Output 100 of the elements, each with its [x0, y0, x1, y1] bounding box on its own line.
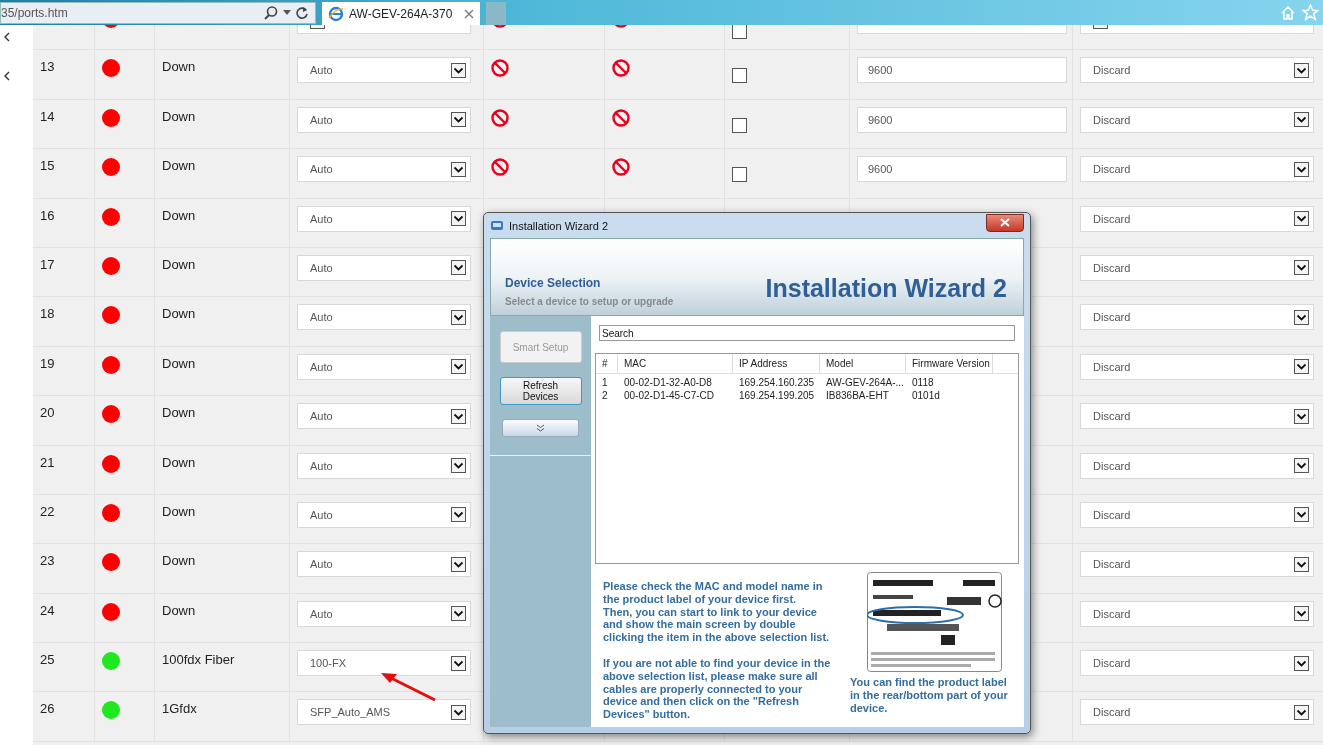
section-heading: Device Selection — [505, 276, 602, 290]
action-select[interactable]: Discard — [1080, 501, 1314, 528]
chevron-left-icon[interactable] — [3, 71, 11, 81]
checkbox[interactable] — [732, 167, 747, 183]
action-select[interactable]: Discard — [1080, 106, 1314, 133]
banner-title: Installation Wizard 2 — [765, 274, 1007, 303]
globe-icon — [328, 5, 344, 22]
label-caption: You can find the product label in the rear/bottom part of your device. — [850, 676, 1009, 715]
port-number: 23 — [40, 553, 55, 569]
browser-tab[interactable]: AW-GEV-264A-370 — [322, 2, 480, 25]
list-cell-text: 2 — [601, 390, 609, 401]
list-cell-text: 00-02-D1-45-C7-CD — [623, 390, 716, 401]
action-select[interactable]: Discard — [1080, 699, 1314, 726]
port-number: 25 — [40, 652, 55, 668]
speed-select[interactable]: Auto — [297, 600, 471, 627]
action-select[interactable]: Discard — [1080, 57, 1314, 84]
port-number: 24 — [40, 602, 55, 618]
dropdown-caret-icon[interactable] — [283, 9, 291, 16]
link-status: Down — [162, 256, 196, 272]
speed-select[interactable]: Auto — [297, 106, 471, 133]
action-select[interactable]: Discard — [1080, 403, 1314, 430]
app-icon — [490, 219, 504, 232]
search-icon[interactable] — [263, 4, 279, 21]
link-status: Down — [162, 405, 196, 421]
section-subheading: Select a device to setup or upgrade — [505, 296, 674, 307]
link-status: Down — [162, 59, 196, 75]
column-header[interactable]: Firmware Version — [906, 354, 993, 373]
frame-size-field[interactable]: 9600 — [857, 57, 1067, 84]
prohibited-icon — [612, 108, 630, 127]
list-cell-text: AW-GEV-264A-... — [825, 377, 905, 388]
speed-select[interactable]: Auto — [297, 304, 471, 331]
speed-select[interactable]: Auto — [297, 353, 471, 380]
port-number: 20 — [40, 405, 55, 421]
column-header[interactable]: MAC — [618, 354, 733, 373]
tab-title: AW-GEV-264A-370 — [349, 6, 454, 21]
column-header[interactable]: # — [596, 354, 618, 373]
port-number: 21 — [40, 454, 55, 470]
port-number: 22 — [40, 503, 55, 519]
link-status: Down — [162, 553, 196, 569]
close-icon[interactable] — [464, 8, 474, 19]
speed-select[interactable]: Auto — [297, 551, 471, 578]
action-select[interactable]: Discard — [1080, 205, 1314, 232]
checkbox[interactable] — [732, 117, 747, 133]
action-select[interactable]: Discard — [1080, 650, 1314, 677]
side-button[interactable]: Refresh Devices — [499, 377, 582, 405]
speed-select[interactable]: Auto — [297, 403, 471, 430]
port-number: 18 — [40, 306, 55, 322]
help-text: Please check the MAC and model name in the product label of your device first. — [603, 580, 824, 606]
link-status: 1Gfdx — [162, 701, 197, 717]
port-number: 16 — [40, 207, 55, 223]
action-select[interactable]: Discard — [1080, 156, 1314, 183]
list-cell-text: 0101d — [911, 390, 941, 401]
action-select[interactable]: Discard — [1080, 551, 1314, 578]
link-status: Down — [162, 602, 196, 618]
chevron-left-icon[interactable] — [3, 32, 11, 42]
link-status: Down — [162, 158, 196, 174]
column-header[interactable]: IP Address — [733, 354, 820, 373]
port-number: 13 — [40, 59, 55, 75]
window-title: Installation Wizard 2 — [509, 219, 609, 232]
refresh-icon[interactable] — [295, 5, 309, 20]
frame-size-field[interactable]: 9600 — [857, 156, 1067, 183]
speed-select[interactable]: Auto — [297, 156, 471, 183]
help-text: Then, you can start to link to your device and show the main screen by double clicking the item in the above selection list. — [603, 605, 831, 644]
frame-size-field[interactable]: 9600 — [857, 106, 1067, 133]
close-button[interactable] — [986, 213, 1024, 232]
prohibited-icon — [612, 158, 630, 177]
help-text: If you are not able to find your device in the above selection list, please make sure all cables are properly connected to your device and then click on the "Refresh Devices" button. — [603, 657, 832, 721]
column-header[interactable]: Model — [820, 354, 906, 373]
list-cell-text: 169.254.160.235 — [738, 377, 816, 388]
action-select[interactable]: Discard — [1080, 353, 1314, 380]
speed-select[interactable]: Auto — [297, 452, 471, 479]
speed-select[interactable]: Auto — [297, 501, 471, 528]
checkbox[interactable] — [732, 25, 747, 39]
address-bar[interactable]: 35/ports.htm — [0, 1, 316, 24]
speed-select[interactable]: 100-FX — [297, 650, 471, 677]
url-text: 35/ports.htm — [1, 5, 69, 20]
list-cell-text: 00-02-D1-32-A0-D8 — [623, 377, 713, 388]
star-icon[interactable] — [1302, 4, 1319, 21]
speed-select[interactable]: Auto — [297, 205, 471, 232]
checkbox[interactable] — [732, 68, 747, 84]
prohibited-icon — [612, 59, 630, 78]
port-number: 14 — [40, 108, 55, 124]
speed-select[interactable]: Auto — [297, 57, 471, 84]
list-cell-text: 169.254.199.205 — [738, 390, 816, 401]
action-select[interactable]: Discard — [1080, 254, 1314, 281]
speed-select[interactable]: SFP_Auto_AMS — [297, 699, 471, 726]
port-number: 19 — [40, 355, 55, 371]
action-select[interactable]: Discard — [1080, 600, 1314, 627]
link-status: Down — [162, 454, 196, 470]
search-field[interactable]: Search — [599, 325, 1015, 341]
list-cell-text: IB836BA-EHT — [825, 390, 890, 401]
link-status: Down — [162, 306, 196, 322]
link-status: Down — [162, 207, 196, 223]
action-select[interactable]: Discard — [1080, 304, 1314, 331]
link-status: Down — [162, 108, 196, 124]
list-cell-text: 1 — [601, 377, 609, 388]
speed-select[interactable]: Auto — [297, 254, 471, 281]
port-number: 17 — [40, 256, 55, 272]
double-chevron-down-icon[interactable] — [536, 424, 545, 432]
action-select[interactable]: Discard — [1080, 452, 1314, 479]
